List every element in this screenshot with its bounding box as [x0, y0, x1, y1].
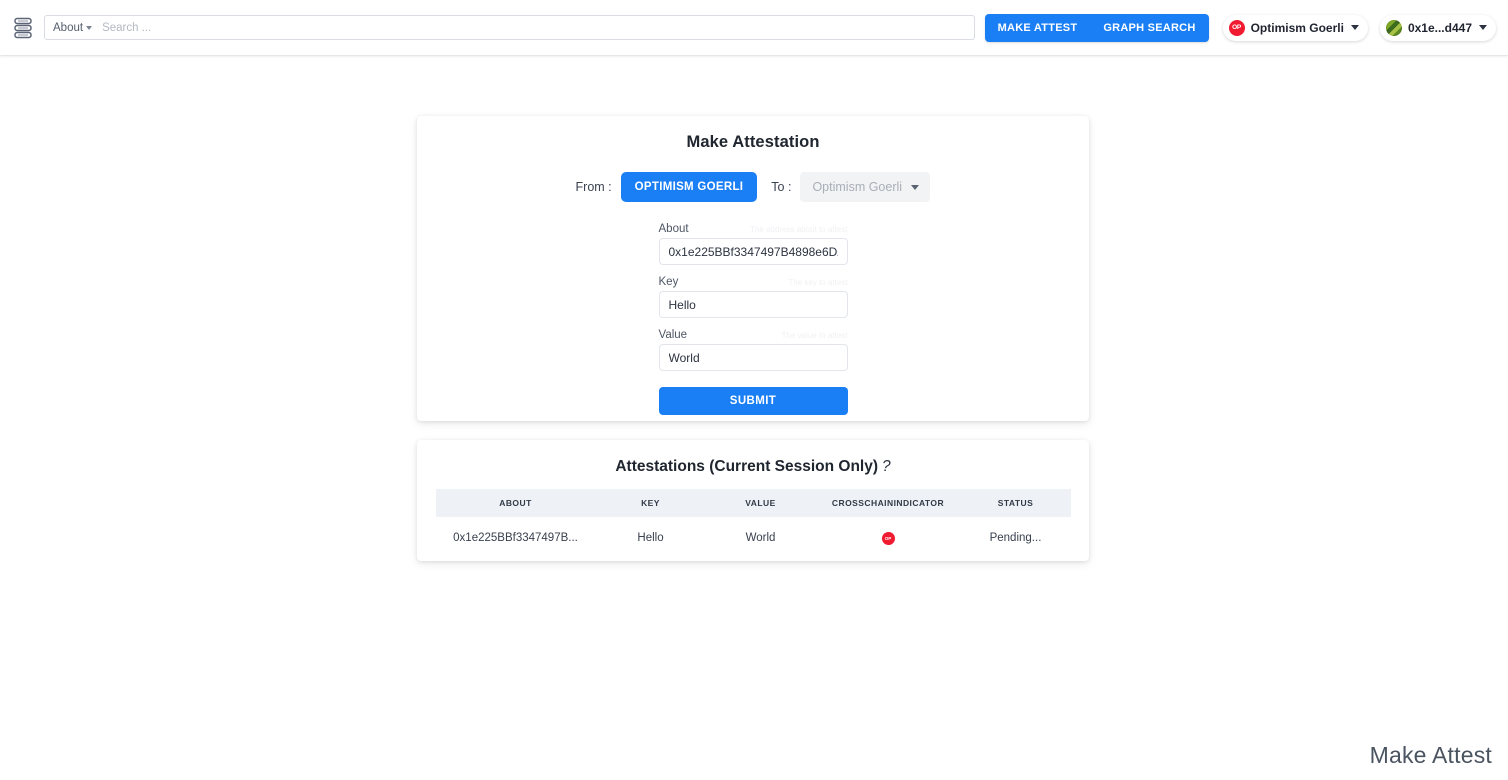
to-chain-select-wrapper: Optimism Goerli [800, 172, 931, 202]
search-category-label: About [53, 21, 84, 34]
column-header-status: STATUS [997, 498, 1034, 508]
chevron-down-icon [1479, 25, 1487, 30]
field-value-header: Value The value to attest [659, 329, 848, 341]
wallet-address-label: 0x1e...d447 [1407, 20, 1472, 35]
value-input[interactable] [658, 344, 848, 371]
from-label: From : [575, 180, 612, 194]
chevron-down-icon [86, 25, 93, 30]
optimism-logo-icon: OP [1228, 19, 1245, 36]
make-attestation-card: Make Attestation From : OPTIMISM GOERLI … [417, 116, 1089, 421]
top-app-bar: About MAKE ATTEST GRAPH SEARCH OP Optimi… [0, 0, 1508, 55]
avatar [1385, 19, 1402, 36]
field-value-hint: The value to attest [781, 331, 848, 340]
field-key: Key The key to attest [658, 276, 848, 318]
about-input[interactable] [658, 238, 848, 265]
attestation-form: About The address about to attest Key Th… [658, 223, 848, 415]
table-header-row: ABOUT KEY VALUE CROSSCHAININDICATOR STAT… [435, 489, 1071, 517]
chain-selection-row: From : OPTIMISM GOERLI To : Optimism Goe… [417, 172, 1089, 202]
network-name-label: Optimism Goerli [1250, 20, 1344, 35]
search-input[interactable] [100, 20, 966, 35]
key-input[interactable] [658, 291, 848, 318]
submit-button[interactable]: SUBMIT [658, 387, 848, 415]
field-value: Value The value to attest [658, 329, 848, 371]
search-category-dropdown[interactable]: About [53, 21, 93, 34]
page-title: Make Attestation [686, 133, 820, 151]
attestations-table-card: Attestations (Current Session Only)? ABO… [417, 440, 1089, 561]
field-about-label: About [658, 223, 689, 235]
page-content: Make Attestation From : OPTIMISM GOERLI … [0, 55, 1508, 780]
global-search-bar[interactable]: About [44, 15, 975, 40]
chevron-down-icon [1350, 25, 1359, 30]
to-label: To : [771, 180, 792, 194]
cell-crosschainindicator: OP [815, 517, 961, 559]
column-header-crosschainindicator: CROSSCHAININDICATOR [831, 498, 945, 508]
from-chain-button[interactable]: OPTIMISM GOERLI [620, 172, 758, 202]
cell-value: World [705, 517, 816, 559]
column-header-about: ABOUT [499, 498, 532, 508]
database-stack-icon[interactable] [10, 14, 36, 42]
question-mark-icon[interactable]: ? [882, 458, 891, 475]
page-watermark: Make Attest [1369, 742, 1492, 768]
cell-about: 0x1e225BBf3347497B... [435, 517, 596, 559]
optimism-logo-icon: OP [881, 532, 895, 545]
table-body: 0x1e225BBf3347497B... Hello World OP Pen… [435, 517, 1071, 559]
make-attest-button[interactable]: MAKE ATTEST [985, 14, 1091, 42]
wallet-account-pill[interactable]: 0x1e...d447 [1379, 14, 1496, 41]
field-about: About The address about to attest [658, 223, 848, 265]
field-value-label: Value [658, 329, 688, 341]
field-about-header: About The address about to attest [659, 223, 848, 235]
attestations-table: ABOUT KEY VALUE CROSSCHAININDICATOR STAT… [435, 489, 1071, 559]
attestations-title-text: Attestations (Current Session Only) [615, 458, 879, 475]
field-key-label: Key [658, 276, 679, 288]
column-header-key: KEY [641, 498, 660, 508]
to-chain-select[interactable]: Optimism Goerli [800, 172, 931, 202]
cell-status: Pending... [960, 517, 1071, 559]
network-selector-pill[interactable]: OP Optimism Goerli [1222, 14, 1368, 41]
field-key-hint: The key to attest [788, 278, 848, 287]
table-header: ABOUT KEY VALUE CROSSCHAININDICATOR STAT… [435, 489, 1071, 517]
column-header-value: VALUE [745, 498, 776, 508]
field-about-hint: The address about to attest [750, 225, 848, 234]
header-action-button-group: MAKE ATTEST GRAPH SEARCH [984, 13, 1209, 42]
field-key-header: Key The key to attest [659, 276, 848, 288]
attestations-title: Attestations (Current Session Only)? [417, 440, 1089, 476]
table-row[interactable]: 0x1e225BBf3347497B... Hello World OP Pen… [435, 517, 1071, 559]
graph-search-button[interactable]: GRAPH SEARCH [1090, 14, 1208, 42]
cell-key: Hello [595, 517, 706, 559]
